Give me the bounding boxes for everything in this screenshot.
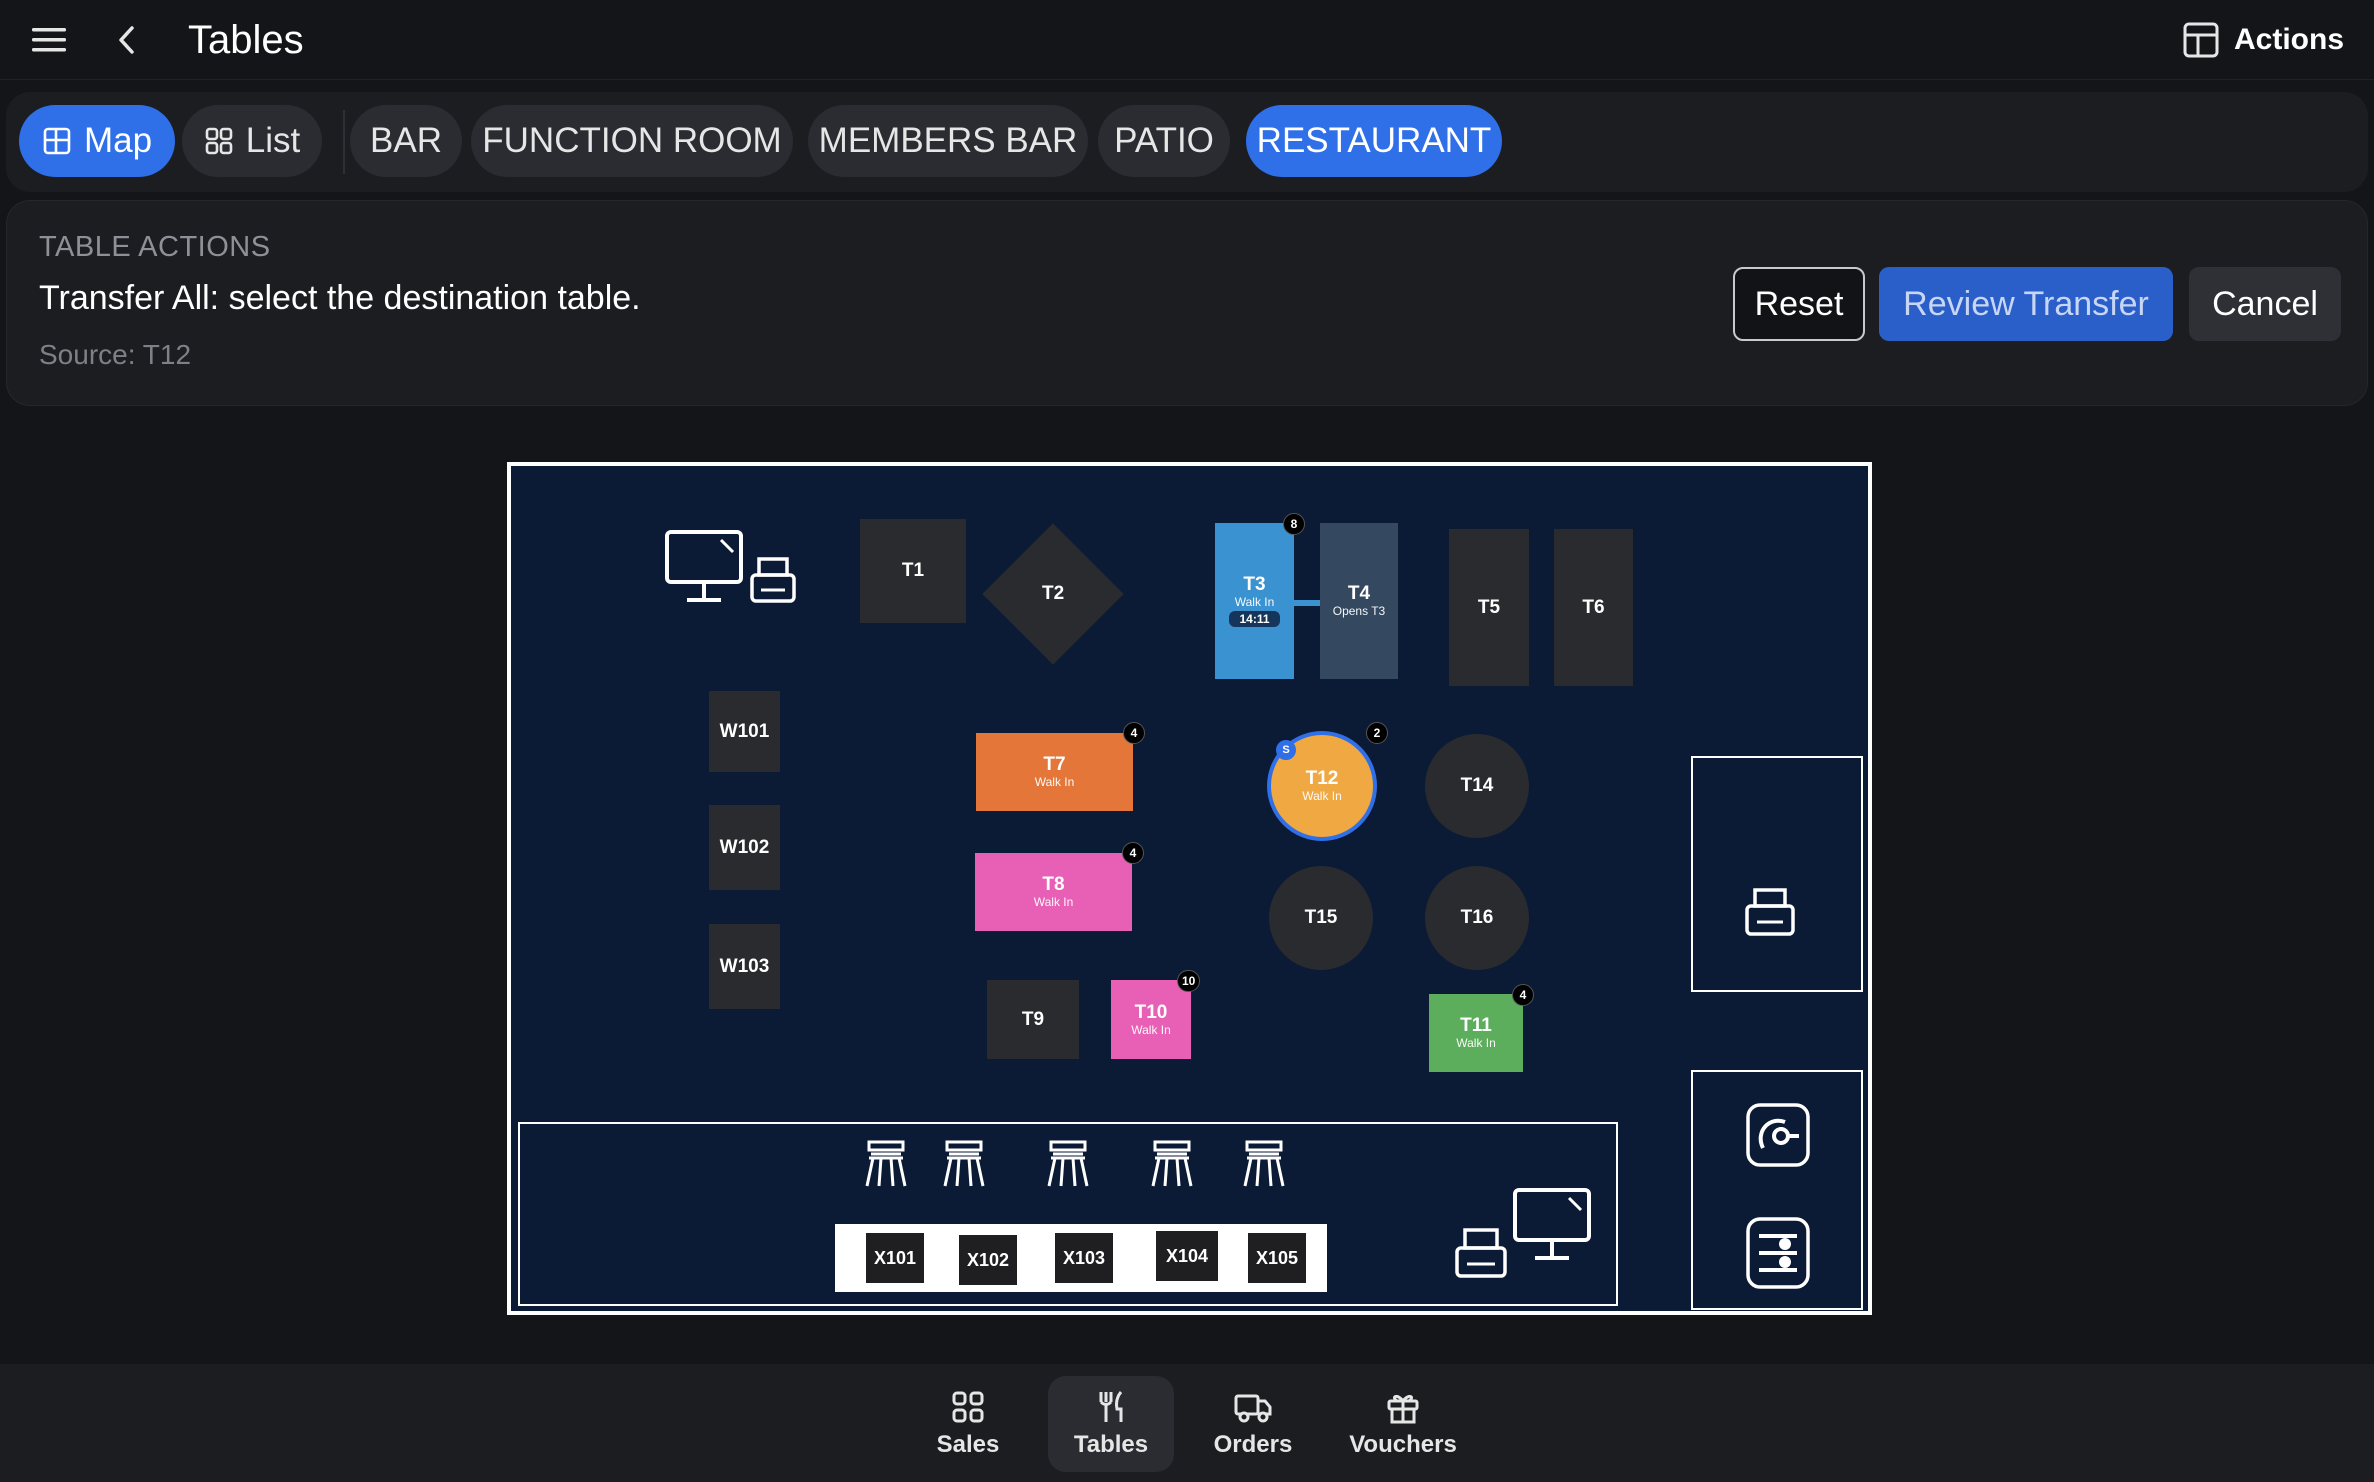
table-link-connector — [1294, 600, 1320, 606]
transfer-source: Source: T12 — [39, 339, 192, 370]
layout-icon — [2183, 22, 2219, 58]
printer-icon — [750, 557, 796, 603]
nav-vouchers[interactable]: Vouchers — [1334, 1376, 1472, 1472]
nav-sales[interactable]: Sales — [905, 1376, 1031, 1472]
bar-stool-icon — [1047, 1140, 1089, 1187]
pos-terminal-icon — [1513, 1188, 1591, 1260]
tab-members-bar[interactable]: MEMBERS BAR — [808, 105, 1088, 177]
table-t9[interactable]: T9 — [987, 980, 1079, 1059]
table-t16[interactable]: T16 — [1425, 866, 1529, 970]
chevron-left-icon — [119, 26, 134, 54]
tab-label: List — [245, 121, 301, 160]
bar-stool-icon — [943, 1140, 985, 1187]
map-icon — [43, 127, 71, 155]
table-actions-panel: TABLE ACTIONS Transfer All: select the d… — [6, 200, 2368, 406]
printer-icon — [1455, 1228, 1507, 1278]
gift-icon — [1387, 1394, 1419, 1424]
table-x102[interactable]: X102 — [959, 1235, 1017, 1285]
printer-station — [1691, 756, 1863, 992]
back-button[interactable] — [108, 20, 148, 60]
review-transfer-button[interactable]: Review Transfer — [1879, 267, 2173, 341]
contactless-icon — [1746, 1103, 1810, 1167]
table-t10-cover-badge: 10 — [1177, 970, 1201, 992]
cancel-button[interactable]: Cancel — [2189, 267, 2341, 341]
transfer-instruction: Transfer All: select the destination tab… — [39, 279, 641, 317]
table-t3[interactable]: T3 Walk In 14:11 — [1215, 523, 1294, 679]
nav-label: Orders — [1213, 1431, 1293, 1458]
truck-icon — [1234, 1394, 1272, 1423]
table-t7-cover-badge: 4 — [1123, 722, 1145, 744]
table-w101[interactable]: W101 — [709, 691, 780, 772]
reset-button[interactable]: Reset — [1733, 267, 1865, 341]
fork-knife-icon — [1099, 1391, 1123, 1422]
table-t1[interactable]: T1 — [860, 519, 966, 623]
tab-divider — [343, 110, 345, 174]
table-t12-cover-badge: 2 — [1366, 722, 1388, 744]
actions-button[interactable]: Actions — [2182, 18, 2344, 62]
table-w103[interactable]: W103 — [709, 924, 780, 1009]
nav-tables[interactable]: Tables — [1048, 1376, 1174, 1472]
menu-button[interactable] — [24, 20, 76, 60]
grid-icon — [952, 1391, 984, 1423]
bottom-navigation: Sales Tables Orders Vouchers — [0, 1364, 2374, 1482]
table-x105[interactable]: X105 — [1248, 1233, 1306, 1283]
table-t11[interactable]: T11 Walk In — [1429, 994, 1523, 1072]
selected-source-marker: S — [1276, 740, 1296, 760]
table-x101[interactable]: X101 — [866, 1233, 924, 1283]
pos-terminal-icon — [665, 530, 743, 602]
table-t4[interactable]: T4 Opens T3 — [1320, 523, 1398, 679]
table-t6[interactable]: T6 — [1554, 529, 1633, 686]
actions-label: Actions — [2234, 23, 2345, 56]
table-t7[interactable]: T7 Walk In — [976, 733, 1133, 811]
grid-icon — [205, 127, 233, 155]
floor-map: T1 T2 T3 Walk In 14:11 8 T4 Opens T3 T5 … — [507, 462, 1872, 1315]
tab-function-room[interactable]: FUNCTION ROOM — [471, 105, 793, 177]
table-t5[interactable]: T5 — [1449, 529, 1529, 686]
tab-list[interactable]: List — [182, 105, 322, 177]
nav-label: Sales — [936, 1431, 1000, 1458]
table-x104[interactable]: X104 — [1156, 1231, 1218, 1281]
table-t8[interactable]: T8 Walk In — [975, 853, 1132, 931]
table-t11-cover-badge: 4 — [1512, 984, 1534, 1006]
hamburger-icon — [32, 28, 66, 52]
table-t3-cover-badge: 8 — [1283, 513, 1305, 535]
tab-map[interactable]: Map — [19, 105, 175, 177]
top-bar — [0, 0, 2374, 80]
tab-bar[interactable]: BAR — [350, 105, 462, 177]
nav-orders[interactable]: Orders — [1190, 1376, 1316, 1472]
tab-restaurant[interactable]: RESTAURANT — [1246, 105, 1502, 177]
nav-label: Vouchers — [1349, 1431, 1457, 1458]
printer-icon — [1745, 888, 1795, 936]
table-t8-cover-badge: 4 — [1122, 842, 1144, 864]
table-x103[interactable]: X103 — [1055, 1233, 1113, 1283]
tab-patio[interactable]: PATIO — [1098, 105, 1230, 177]
tab-label: Map — [83, 121, 153, 160]
card-reader-icon — [1746, 1217, 1810, 1289]
nav-label: Tables — [1073, 1431, 1149, 1458]
table-t14[interactable]: T14 — [1425, 734, 1529, 838]
bar-stool-icon — [865, 1140, 907, 1187]
bar-stool-icon — [1151, 1140, 1193, 1187]
table-t15[interactable]: T15 — [1269, 866, 1373, 970]
table-w102[interactable]: W102 — [709, 805, 780, 890]
panel-heading: TABLE ACTIONS — [39, 231, 271, 263]
table-t10[interactable]: T10 Walk In — [1111, 980, 1191, 1059]
area-tab-bar: Map List BAR FUNCTION ROOM MEMBERS BAR P… — [6, 92, 2368, 192]
page-title: Tables — [188, 18, 304, 62]
table-t2[interactable]: T2 — [982, 523, 1124, 665]
bar-stool-icon — [1243, 1140, 1285, 1187]
